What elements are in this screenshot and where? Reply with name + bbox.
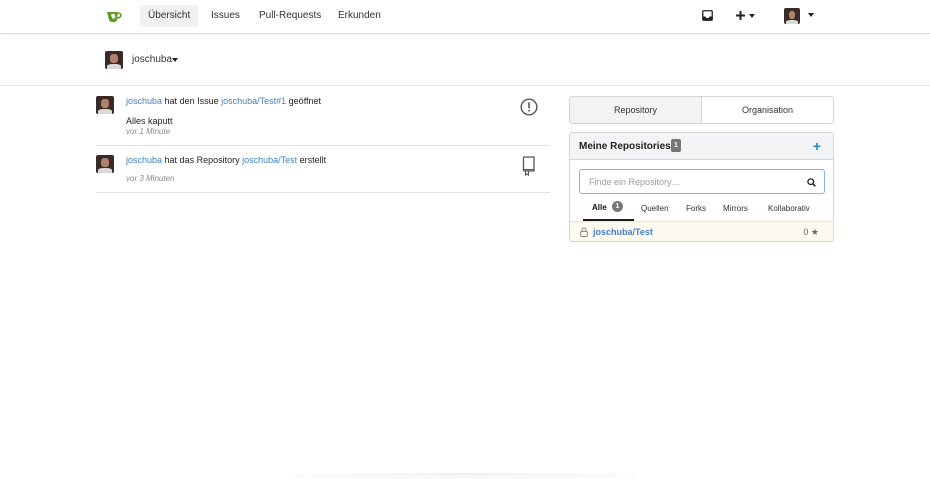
nav-pull-requests[interactable]: Pull-Requests — [251, 5, 329, 27]
feed-separator — [96, 192, 550, 193]
feed-suffix: erstellt — [299, 155, 327, 165]
repo-filter-tabs: Alle 1 Quellen Forks Mirrors Kollaborati… — [570, 201, 833, 221]
create-caret-icon[interactable] — [749, 14, 755, 18]
context-user-name[interactable]: joschuba — [132, 54, 172, 65]
feed-target-link[interactable]: joschuba/Test — [242, 155, 297, 165]
repo-search-placeholder: Finde ein Repository… — [589, 177, 681, 187]
plus-icon[interactable] — [735, 10, 746, 21]
top-navbar: Übersicht Issues Pull-Requests Erkunden — [0, 0, 930, 34]
dashboard-tabs: Repository Organisation — [569, 96, 834, 124]
user-avatar[interactable] — [784, 8, 800, 24]
filter-collaborative[interactable]: Kollaborativ — [768, 204, 810, 213]
context-dropdown-caret-icon[interactable] — [172, 58, 178, 62]
tab-repository[interactable]: Repository — [570, 97, 702, 123]
feed-line: joschuba hat den Issue joschuba/Test#1 g… — [126, 96, 321, 106]
repo-count-badge: 1 — [671, 139, 681, 152]
feed-suffix: geöffnet — [288, 96, 322, 106]
repo-box-header: Meine Repositories 1 + — [570, 133, 833, 160]
search-icon[interactable] — [807, 178, 816, 187]
feed-separator — [96, 145, 550, 146]
nav-overview[interactable]: Übersicht — [140, 5, 199, 27]
repo-list-item[interactable]: joschuba/Test 0 ★ — [570, 221, 833, 241]
bottom-shadow — [295, 473, 635, 479]
feed-avatar[interactable] — [96, 96, 114, 114]
nav-explore[interactable]: Erkunden — [330, 5, 389, 27]
nav-issues[interactable]: Issues — [203, 5, 248, 27]
feed-comment: Alles kaputt — [126, 116, 173, 126]
lock-icon — [580, 227, 588, 237]
repo-star-count: 0 ★ — [803, 227, 819, 238]
feed-time: vor 1 Minute — [126, 127, 171, 136]
repo-search-input[interactable]: Finde ein Repository… — [579, 169, 825, 194]
issue-opened-icon — [520, 98, 538, 116]
star-icon: ★ — [810, 227, 819, 237]
filter-all[interactable]: Alle — [592, 203, 607, 212]
feed-time: vor 3 Minuten — [126, 174, 175, 183]
star-count-value: 0 — [803, 227, 809, 237]
feed-item-repo: joschuba hat das Repository joschuba/Tes… — [96, 155, 550, 191]
feed-line: joschuba hat das Repository joschuba/Tes… — [126, 155, 326, 165]
feed-user-link[interactable]: joschuba — [126, 155, 162, 165]
filter-all-count: 1 — [612, 201, 623, 212]
feed-action: hat das Repository — [164, 155, 240, 165]
repo-link[interactable]: joschuba/Test — [593, 227, 653, 237]
repo-box-title: Meine Repositories — [579, 141, 671, 152]
feed-item-issue: joschuba hat den Issue joschuba/Test#1 g… — [96, 96, 550, 144]
repo-icon — [522, 156, 535, 176]
gitea-logo[interactable] — [106, 8, 125, 25]
context-switcher-bar: joschuba — [0, 34, 930, 86]
filter-forks[interactable]: Forks — [686, 204, 706, 213]
inbox-icon[interactable] — [702, 10, 713, 21]
filter-sources[interactable]: Quellen — [641, 204, 669, 213]
feed-target-link[interactable]: joschuba/Test#1 — [221, 96, 286, 106]
feed-user-link[interactable]: joschuba — [126, 96, 162, 106]
feed-action: hat den Issue — [164, 96, 219, 106]
feed-avatar[interactable] — [96, 155, 114, 173]
filter-mirrors[interactable]: Mirrors — [723, 204, 748, 213]
add-repo-button[interactable]: + — [813, 138, 821, 154]
user-menu-caret-icon[interactable] — [808, 13, 814, 17]
tab-organisation[interactable]: Organisation — [702, 97, 833, 123]
repo-list-box: Meine Repositories 1 + Finde ein Reposit… — [569, 132, 834, 242]
context-avatar[interactable] — [105, 51, 123, 69]
